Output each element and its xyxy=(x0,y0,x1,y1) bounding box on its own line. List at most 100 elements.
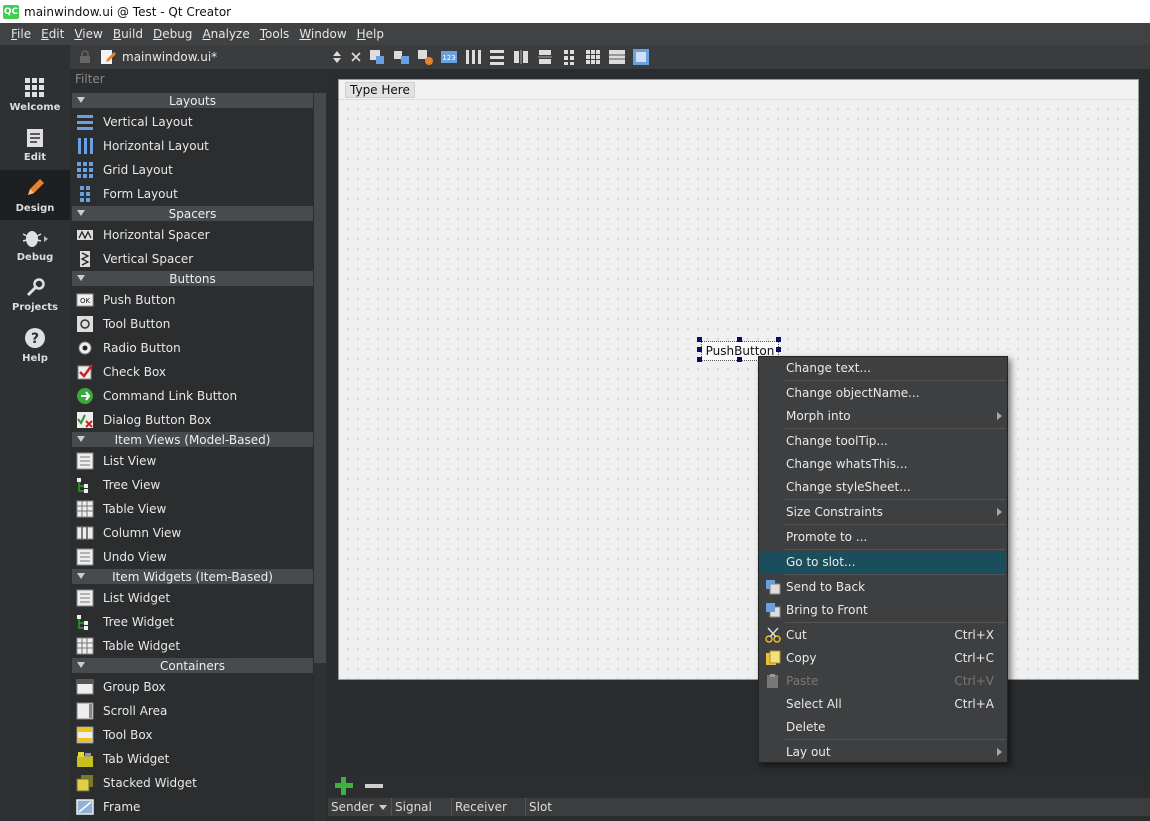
menu-view[interactable]: View xyxy=(69,27,107,41)
widget-tab-widget[interactable]: Tab Widget xyxy=(72,747,313,771)
menu-lay-out[interactable]: Lay out xyxy=(760,741,1006,763)
edit-widgets-icon[interactable] xyxy=(368,48,386,66)
type-here-placeholder[interactable]: Type Here xyxy=(345,82,415,98)
widget-box-scrollbar[interactable] xyxy=(314,93,326,663)
close-icon[interactable] xyxy=(350,51,362,63)
widget-radio-button[interactable]: Radio Button xyxy=(72,336,313,360)
menu-delete[interactable]: Delete xyxy=(760,716,1006,738)
menu-change-stylesheet[interactable]: Change styleSheet... xyxy=(760,476,1006,498)
menu-cut[interactable]: Cut Ctrl+X xyxy=(760,624,1006,646)
mode-welcome[interactable]: Welcome xyxy=(0,70,70,120)
selection-handle[interactable] xyxy=(697,357,702,362)
menu-change-tooltip[interactable]: Change toolTip... xyxy=(760,430,1006,452)
widget-undo-view[interactable]: Undo View xyxy=(72,545,313,569)
add-icon[interactable] xyxy=(334,776,354,796)
category-containers[interactable]: Containers xyxy=(72,658,313,673)
remove-icon[interactable] xyxy=(364,776,384,796)
splitter-horizontal-icon[interactable] xyxy=(512,48,530,66)
form-canvas[interactable]: Type Here PushButton xyxy=(338,79,1139,680)
mode-help[interactable]: ? Help xyxy=(0,320,70,370)
menu-promote-to[interactable]: Promote to ... xyxy=(760,526,1006,548)
wrench-icon xyxy=(26,277,45,296)
menu-select-all[interactable]: Select All Ctrl+A xyxy=(760,693,1006,715)
widget-tree-view[interactable]: Tree View xyxy=(72,473,313,497)
menu-change-text[interactable]: Change text... xyxy=(760,357,1006,379)
category-buttons[interactable]: Buttons xyxy=(72,271,313,286)
menu-change-object-name[interactable]: Change objectName... xyxy=(760,382,1006,404)
selection-handle[interactable] xyxy=(776,347,781,352)
edit-tab-order-icon[interactable]: 123 xyxy=(440,48,458,66)
selection-handle[interactable] xyxy=(776,337,781,342)
menu-size-constraints[interactable]: Size Constraints xyxy=(760,501,1006,523)
widget-horizontal-layout[interactable]: Horizontal Layout xyxy=(72,134,313,158)
widget-tool-box[interactable]: Tool Box xyxy=(72,723,313,747)
column-signal[interactable]: Signal xyxy=(392,798,452,816)
lay-out-horizontally-icon[interactable] xyxy=(464,48,482,66)
widget-table-view[interactable]: Table View xyxy=(72,497,313,521)
widget-box-scrollbar-track[interactable] xyxy=(314,663,326,821)
collapse-triangle-icon xyxy=(77,573,85,579)
splitter-vertical-icon[interactable] xyxy=(536,48,554,66)
menu-bring-to-front[interactable]: Bring to Front xyxy=(760,599,1006,621)
widget-tree-widget[interactable]: Tree Widget xyxy=(72,610,313,634)
menu-send-to-back[interactable]: Send to Back xyxy=(760,576,1006,598)
widget-group-box[interactable]: Group Box xyxy=(72,675,313,699)
widget-tool-button[interactable]: Tool Button xyxy=(72,312,313,336)
menu-window[interactable]: Window xyxy=(294,27,351,41)
up-down-arrows-icon[interactable] xyxy=(332,50,342,64)
column-slot[interactable]: Slot xyxy=(526,798,1150,816)
edit-signals-slots-icon[interactable] xyxy=(392,48,410,66)
menu-debug[interactable]: Debug xyxy=(148,27,197,41)
widget-list-view[interactable]: List View xyxy=(72,449,313,473)
filter-input[interactable]: Filter xyxy=(72,70,326,91)
widget-stacked-widget[interactable]: Stacked Widget xyxy=(72,771,313,795)
mode-design[interactable]: Design xyxy=(0,170,70,220)
menu-analyze[interactable]: Analyze xyxy=(197,27,254,41)
menu-morph-into[interactable]: Morph into xyxy=(760,405,1006,427)
lay-out-vertically-icon[interactable] xyxy=(488,48,506,66)
category-item-views[interactable]: Item Views (Model-Based) xyxy=(72,432,313,447)
column-sender[interactable]: Sender xyxy=(328,798,392,816)
selection-handle[interactable] xyxy=(737,357,742,362)
menu-build[interactable]: Build xyxy=(108,27,148,41)
mode-edit[interactable]: Edit xyxy=(0,120,70,170)
widget-list-widget[interactable]: List Widget xyxy=(72,586,313,610)
menu-change-whats-this[interactable]: Change whatsThis... xyxy=(760,453,1006,475)
mode-debug[interactable]: Debug xyxy=(0,220,70,270)
widget-table-widget[interactable]: Table Widget xyxy=(72,634,313,658)
menu-file[interactable]: File xyxy=(6,27,36,41)
category-spacers[interactable]: Spacers xyxy=(72,206,313,221)
widget-check-box[interactable]: Check Box xyxy=(72,360,313,384)
category-item-widgets[interactable]: Item Widgets (Item-Based) xyxy=(72,569,313,584)
widget-form-layout[interactable]: Form Layout xyxy=(72,182,313,206)
widget-grid-layout[interactable]: Grid Layout xyxy=(72,158,313,182)
selection-handle[interactable] xyxy=(697,347,702,352)
selection-handle[interactable] xyxy=(697,337,702,342)
widget-horizontal-spacer[interactable]: Horizontal Spacer xyxy=(72,223,313,247)
lay-out-form-icon[interactable] xyxy=(560,48,578,66)
edit-buddies-icon[interactable] xyxy=(416,48,434,66)
menu-go-to-slot[interactable]: Go to slot... xyxy=(760,551,1006,573)
column-receiver[interactable]: Receiver xyxy=(452,798,526,816)
widget-dialog-button-box[interactable]: Dialog Button Box xyxy=(72,408,313,432)
widget-vertical-layout[interactable]: Vertical Layout xyxy=(72,110,313,134)
widget-frame[interactable]: Frame xyxy=(72,795,313,819)
menu-copy[interactable]: Copy Ctrl+C xyxy=(760,647,1006,669)
lay-out-grid-icon[interactable] xyxy=(584,48,602,66)
lock-icon[interactable] xyxy=(78,50,92,64)
widget-push-button[interactable]: OK Push Button xyxy=(72,288,313,312)
widget-vertical-spacer[interactable]: Vertical Spacer xyxy=(72,247,313,271)
widget-command-link-button[interactable]: Command Link Button xyxy=(72,384,313,408)
menu-edit[interactable]: Edit xyxy=(36,27,69,41)
menu-tools[interactable]: Tools xyxy=(255,27,295,41)
menu-help[interactable]: Help xyxy=(352,27,389,41)
category-layouts[interactable]: Layouts xyxy=(72,93,313,108)
mode-projects[interactable]: Projects xyxy=(0,270,70,320)
adjust-size-icon[interactable] xyxy=(632,48,650,66)
document-tab[interactable]: mainwindow.ui* xyxy=(70,45,328,69)
break-layout-icon[interactable] xyxy=(608,48,626,66)
selection-handle[interactable] xyxy=(737,337,742,342)
widget-column-view[interactable]: Column View xyxy=(72,521,313,545)
widget-scroll-area[interactable]: Scroll Area xyxy=(72,699,313,723)
submenu-arrow-icon xyxy=(997,508,1002,516)
